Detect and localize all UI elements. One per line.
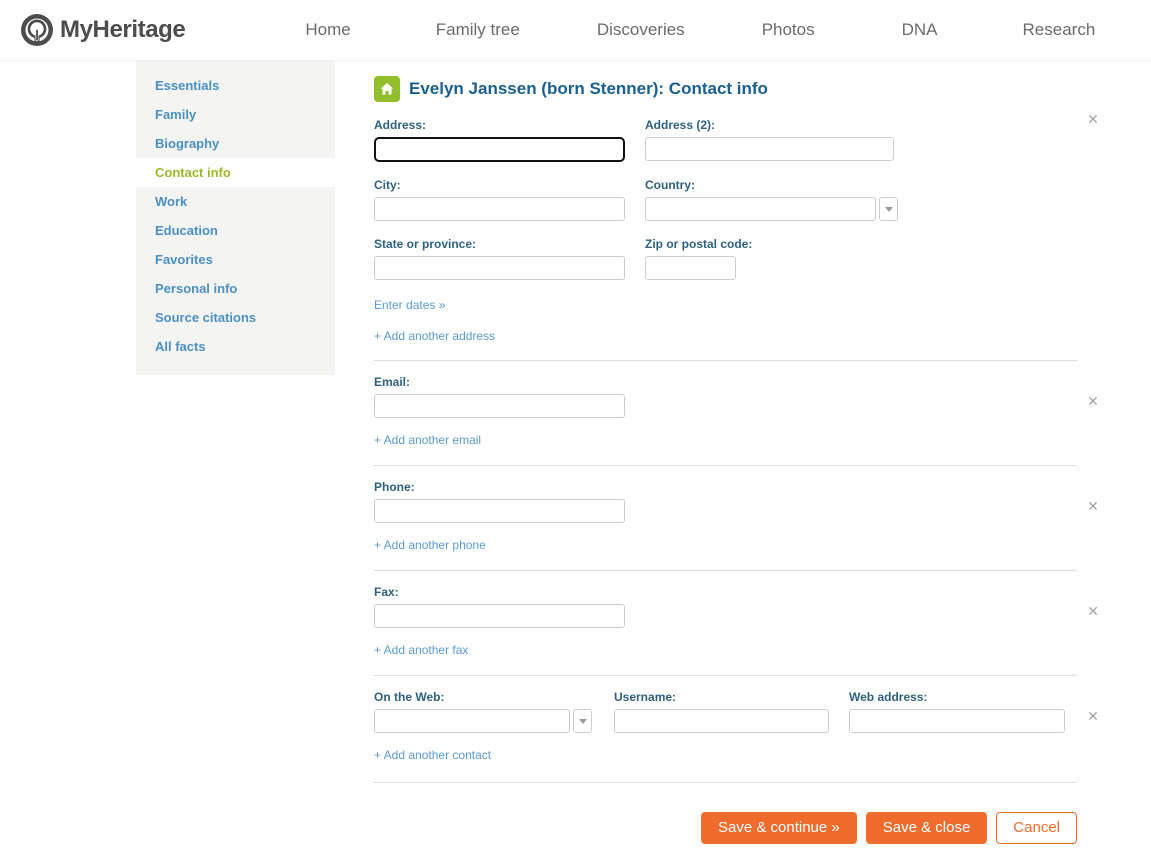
nav-item-family-tree[interactable]: Family tree bbox=[434, 14, 522, 46]
form-actions: Save & continue » Save & close Cancel bbox=[374, 783, 1077, 844]
nav-item-dna[interactable]: DNA bbox=[900, 14, 940, 46]
address-input[interactable] bbox=[374, 137, 625, 162]
state-label: State or province: bbox=[374, 237, 477, 251]
city-label: City: bbox=[374, 178, 401, 192]
on-the-web-combo bbox=[374, 709, 614, 733]
country-combo bbox=[645, 197, 905, 221]
nav-item-home[interactable]: Home bbox=[303, 14, 352, 46]
address2-input[interactable] bbox=[645, 137, 894, 161]
sidebar-item-source-citations[interactable]: Source citations bbox=[136, 303, 335, 332]
zip-input[interactable] bbox=[645, 256, 736, 280]
cancel-button[interactable]: Cancel bbox=[996, 812, 1077, 844]
main-nav: Home Family tree Discoveries Photos DNA … bbox=[303, 14, 1151, 46]
fax-label: Fax: bbox=[374, 585, 399, 599]
zip-label: Zip or postal code: bbox=[645, 237, 753, 251]
country-label: Country: bbox=[645, 178, 695, 192]
sidebar-item-family[interactable]: Family bbox=[136, 100, 335, 129]
house-icon bbox=[374, 76, 400, 102]
add-another-address-link[interactable]: + Add another address bbox=[374, 329, 495, 343]
email-section: ✕ Email: + Add another email bbox=[374, 361, 1099, 465]
contact-info-form: Evelyn Janssen (born Stenner): Contact i… bbox=[374, 61, 1099, 844]
fax-input[interactable] bbox=[374, 604, 625, 628]
username-label: Username: bbox=[614, 690, 677, 704]
nav-item-research[interactable]: Research bbox=[1021, 14, 1098, 46]
on-the-web-section: ✕ On the Web: Username: Web address: + A… bbox=[374, 676, 1099, 782]
remove-email-icon[interactable]: ✕ bbox=[1086, 394, 1100, 408]
page-body: Essentials Family Biography Contact info… bbox=[0, 61, 1151, 865]
nav-item-discoveries[interactable]: Discoveries bbox=[595, 14, 687, 46]
chevron-down-icon bbox=[884, 206, 893, 212]
remove-phone-icon[interactable]: ✕ bbox=[1086, 499, 1100, 513]
sidebar-item-contact-info[interactable]: Contact info bbox=[136, 158, 335, 187]
address-label: Address: bbox=[374, 118, 427, 132]
sidebar-item-education[interactable]: Education bbox=[136, 216, 335, 245]
web-address-label: Web address: bbox=[849, 690, 928, 704]
web-address-input[interactable] bbox=[849, 709, 1065, 733]
remove-fax-icon[interactable]: ✕ bbox=[1086, 604, 1100, 618]
page-title-row: Evelyn Janssen (born Stenner): Contact i… bbox=[374, 61, 1078, 103]
on-the-web-label: On the Web: bbox=[374, 690, 445, 704]
address2-label: Address (2): bbox=[645, 118, 716, 132]
page-title: Evelyn Janssen (born Stenner): Contact i… bbox=[409, 79, 768, 98]
email-input[interactable] bbox=[374, 394, 625, 418]
add-another-fax-link[interactable]: + Add another fax bbox=[374, 643, 468, 657]
on-the-web-dropdown-button[interactable] bbox=[573, 709, 592, 733]
sidebar-item-biography[interactable]: Biography bbox=[136, 129, 335, 158]
add-another-email-link[interactable]: + Add another email bbox=[374, 433, 481, 447]
profile-sidebar: Essentials Family Biography Contact info… bbox=[136, 61, 335, 375]
phone-section: ✕ Phone: + Add another phone bbox=[374, 466, 1099, 570]
nav-item-photos[interactable]: Photos bbox=[760, 14, 817, 46]
sidebar-item-all-facts[interactable]: All facts bbox=[136, 332, 335, 361]
email-label: Email: bbox=[374, 375, 411, 389]
save-close-button[interactable]: Save & close bbox=[865, 812, 988, 844]
country-input[interactable] bbox=[645, 197, 876, 221]
phone-input[interactable] bbox=[374, 499, 625, 523]
username-input[interactable] bbox=[614, 709, 829, 733]
brand-logo[interactable]: MyHeritage bbox=[20, 13, 186, 47]
save-continue-button[interactable]: Save & continue » bbox=[700, 812, 857, 844]
enter-dates-link[interactable]: Enter dates » bbox=[374, 298, 445, 312]
country-dropdown-button[interactable] bbox=[879, 197, 898, 221]
add-another-phone-link[interactable]: + Add another phone bbox=[374, 538, 486, 552]
sidebar-item-essentials[interactable]: Essentials bbox=[136, 71, 335, 100]
fax-section: ✕ Fax: + Add another fax bbox=[374, 571, 1099, 675]
chevron-down-icon bbox=[578, 718, 587, 724]
on-the-web-input[interactable] bbox=[374, 709, 570, 733]
sidebar-item-work[interactable]: Work bbox=[136, 187, 335, 216]
add-another-contact-link[interactable]: + Add another contact bbox=[374, 748, 491, 762]
sidebar-item-personal-info[interactable]: Personal info bbox=[136, 274, 335, 303]
brand-name: MyHeritage bbox=[60, 16, 186, 43]
state-input[interactable] bbox=[374, 256, 625, 280]
sidebar-item-favorites[interactable]: Favorites bbox=[136, 245, 335, 274]
address-section: ✕ Address: Address (2): City: Country: S… bbox=[374, 103, 1099, 360]
remove-address-icon[interactable]: ✕ bbox=[1086, 112, 1100, 126]
phone-label: Phone: bbox=[374, 480, 415, 494]
city-input[interactable] bbox=[374, 197, 625, 221]
myheritage-tree-logo-icon bbox=[21, 14, 53, 46]
site-header: MyHeritage Home Family tree Discoveries … bbox=[0, 0, 1151, 61]
remove-contact-icon[interactable]: ✕ bbox=[1086, 709, 1100, 723]
